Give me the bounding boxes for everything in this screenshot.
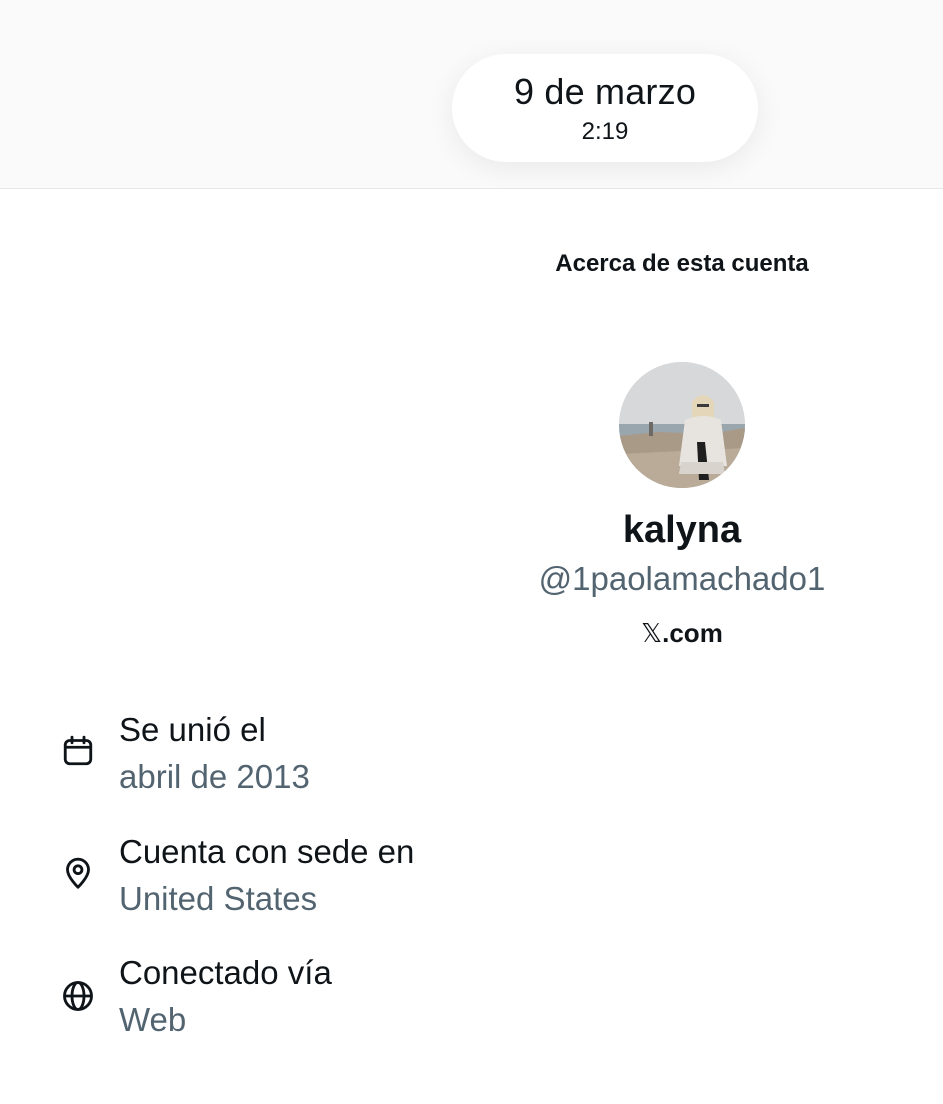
detail-value-connected: Web: [119, 1001, 187, 1038]
detail-value-joined: abril de 2013: [119, 758, 310, 795]
x-logo-icon: 𝕏: [641, 619, 663, 649]
date-time-pill: 9 de marzo 2:19: [452, 54, 758, 162]
detail-row-joined: Se unió el abril de 2013: [0, 711, 943, 811]
platform-label: 𝕏.com: [470, 618, 894, 649]
username-handle: @1paolamachado1: [538, 560, 826, 597]
avatar-photo: [619, 362, 745, 488]
date-label: 9 de marzo: [513, 71, 697, 112]
globe-icon: [63, 981, 93, 1011]
detail-label-joined: Se unió el: [119, 711, 266, 748]
page-title: Acerca de esta cuenta: [555, 250, 809, 277]
avatar[interactable]: [619, 362, 745, 488]
about-account-screen: 9 de marzo 2:19 Acerca de esta cuenta ka…: [0, 0, 943, 1104]
detail-label-connected: Conectado vía: [119, 954, 332, 991]
time-label: 2:19: [581, 118, 629, 145]
detail-row-location: Cuenta con sede en United States: [0, 833, 943, 933]
platform-domain: .com: [662, 618, 723, 648]
top-date-band: 9 de marzo 2:19: [0, 0, 943, 189]
calendar-icon: [63, 735, 93, 766]
location-pin-icon: [66, 857, 90, 889]
detail-label-location: Cuenta con sede en: [119, 833, 415, 870]
display-name: kalyna: [622, 509, 742, 551]
detail-value-location: United States: [119, 880, 318, 917]
detail-row-connected: Conectado vía Web: [0, 954, 943, 1054]
